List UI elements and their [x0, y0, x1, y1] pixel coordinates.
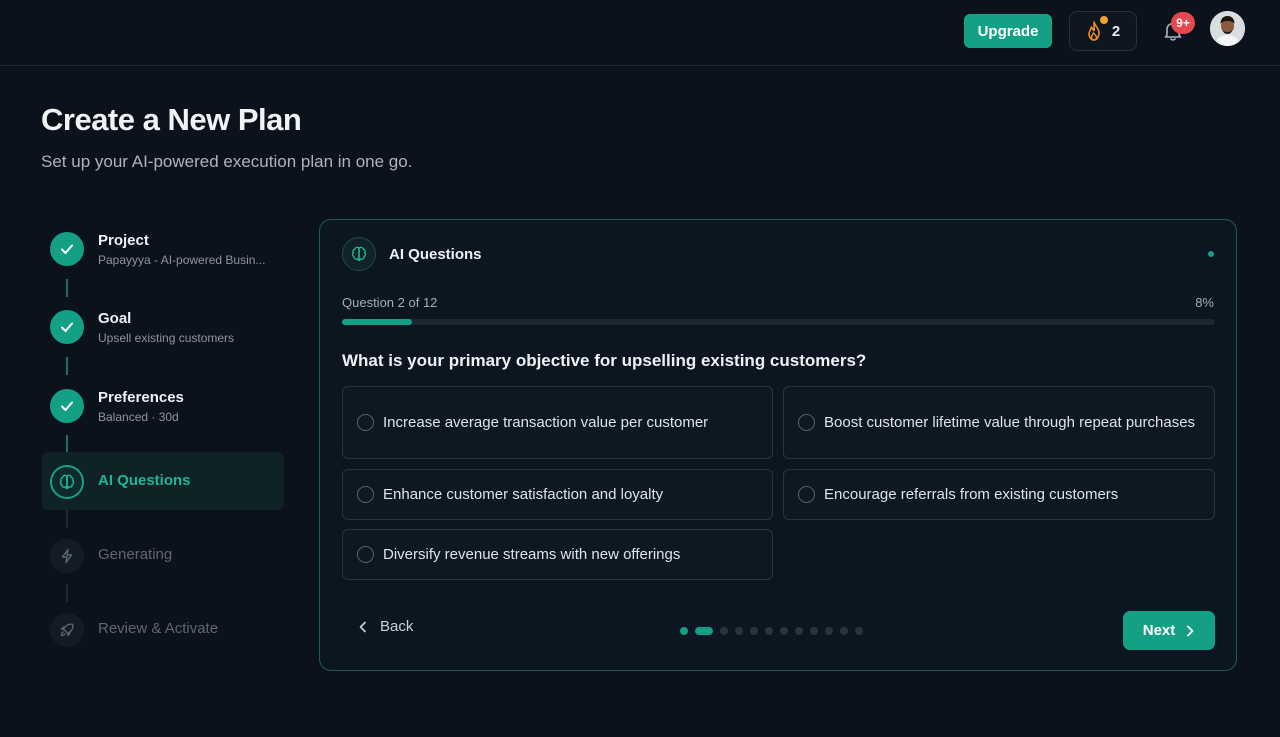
question-card: AI Questions Question 2 of 12 8% What is…: [319, 219, 1237, 671]
chevron-left-icon: [359, 621, 366, 632]
pagination-dot[interactable]: [780, 627, 788, 635]
step-subtitle: Papayyya - AI-powered Busin...: [98, 253, 266, 267]
card-title: AI Questions: [389, 246, 482, 263]
answer-option[interactable]: Increase average transaction value per c…: [342, 386, 773, 459]
question-pagination: [680, 627, 863, 635]
step-title: Review & Activate: [98, 620, 219, 637]
step-title: Generating: [98, 546, 173, 563]
pagination-dot[interactable]: [680, 627, 688, 635]
answer-label: Boost customer lifetime value through re…: [824, 413, 1196, 431]
radio-button[interactable]: [357, 414, 374, 431]
lightning-icon: [50, 539, 84, 573]
answer-label: Enhance customer satisfaction and loyalt…: [383, 485, 664, 503]
step-review-activate: Review & Activate: [42, 600, 284, 658]
brain-icon: [342, 237, 376, 271]
step-title: Goal: [98, 310, 132, 327]
check-icon: [50, 310, 84, 344]
check-icon: [50, 232, 84, 266]
answer-option[interactable]: Diversify revenue streams with new offer…: [342, 529, 773, 580]
user-avatar-icon: [1210, 11, 1245, 46]
radio-button[interactable]: [798, 414, 815, 431]
page-title: Create a New Plan: [41, 102, 302, 137]
step-goal[interactable]: Goal Upsell existing customers: [42, 297, 284, 355]
pagination-dot[interactable]: [840, 627, 848, 635]
pagination-dot[interactable]: [825, 627, 833, 635]
pagination-dot[interactable]: [695, 627, 713, 635]
next-button[interactable]: Next: [1123, 611, 1215, 650]
status-dot: [1208, 251, 1214, 257]
brain-icon: [50, 465, 84, 499]
next-label: Next: [1142, 622, 1176, 639]
top-bar: Upgrade 2 9+: [0, 0, 1280, 66]
step-title: AI Questions: [98, 472, 191, 489]
step-subtitle: Upsell existing customers: [98, 331, 235, 345]
pagination-dot[interactable]: [855, 627, 863, 635]
pagination-dot[interactable]: [750, 627, 758, 635]
step-connector: [66, 435, 68, 453]
page-subtitle: Set up your AI-powered execution plan in…: [41, 152, 413, 171]
step-title: Preferences: [98, 389, 184, 406]
check-icon: [50, 389, 84, 423]
back-button[interactable]: Back: [358, 618, 413, 635]
progress-fill: [342, 319, 412, 325]
answer-label: Diversify revenue streams with new offer…: [383, 545, 681, 563]
answer-option[interactable]: Enhance customer satisfaction and loyalt…: [342, 469, 773, 520]
step-connector: [66, 279, 68, 297]
radio-button[interactable]: [798, 486, 815, 503]
radio-button[interactable]: [357, 546, 374, 563]
streak-count: 2: [1111, 22, 1121, 40]
upgrade-button[interactable]: Upgrade: [964, 14, 1052, 48]
pagination-dot[interactable]: [735, 627, 743, 635]
streak-indicator-dot: [1100, 16, 1108, 24]
back-label: Back: [380, 618, 414, 635]
avatar[interactable]: [1210, 11, 1245, 46]
answer-label: Encourage referrals from existing custom…: [824, 485, 1119, 503]
step-preferences[interactable]: Preferences Balanced · 30d: [42, 376, 284, 434]
step-ai-questions[interactable]: AI Questions: [42, 452, 284, 510]
answer-label: Increase average transaction value per c…: [383, 413, 709, 431]
step-title: Project: [98, 232, 149, 249]
answer-option[interactable]: Boost customer lifetime value through re…: [783, 386, 1215, 459]
notification-badge: 9+: [1171, 12, 1195, 34]
rocket-icon: [50, 613, 84, 647]
question-counter: Question 2 of 12: [342, 295, 438, 310]
pagination-dot[interactable]: [765, 627, 773, 635]
chevron-right-icon: [1187, 625, 1194, 636]
radio-button[interactable]: [357, 486, 374, 503]
answer-option[interactable]: Encourage referrals from existing custom…: [783, 469, 1215, 520]
step-subtitle: Balanced · 30d: [98, 410, 179, 424]
pagination-dot[interactable]: [720, 627, 728, 635]
progress-bar: [342, 319, 1215, 325]
progress-percent: 8%: [1195, 295, 1214, 310]
step-generating: Generating: [42, 526, 284, 584]
pagination-dot[interactable]: [810, 627, 818, 635]
step-project[interactable]: Project Papayyya - AI-powered Busin...: [42, 219, 284, 277]
pagination-dot[interactable]: [795, 627, 803, 635]
flame-icon: [1088, 21, 1100, 41]
question-text: What is your primary objective for upsel…: [342, 351, 867, 370]
step-connector: [66, 357, 68, 375]
